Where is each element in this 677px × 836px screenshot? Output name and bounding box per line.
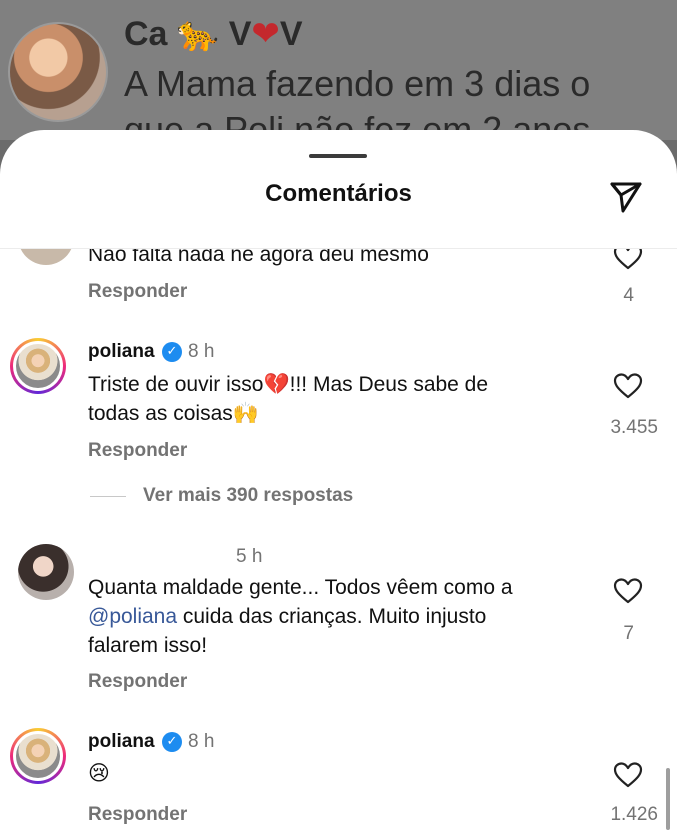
- like-count: 1.426: [610, 804, 658, 825]
- drag-handle[interactable]: [309, 154, 367, 158]
- raised-hands-emoji-icon: 🙌: [232, 401, 259, 425]
- comment-text-part: todas as coisas: [88, 402, 233, 425]
- reply-button[interactable]: Responder: [88, 804, 187, 826]
- send-icon[interactable]: [606, 176, 646, 216]
- story-author-name: Ca 🐆 V❤V: [124, 14, 303, 54]
- comment-text-part: !!! Mas Deus sabe de: [289, 373, 489, 396]
- scrollbar[interactable]: [666, 768, 670, 830]
- avatar[interactable]: [10, 338, 66, 394]
- heart-emoji-icon: ❤: [251, 14, 280, 54]
- like-count: 4: [623, 285, 634, 306]
- story-name-prefix: Ca: [124, 15, 168, 53]
- avatar[interactable]: [18, 544, 74, 600]
- comment-username[interactable]: poliana: [88, 731, 155, 753]
- comment-time: 5 h: [236, 546, 263, 567]
- background-story: Ca 🐆 V❤V A Mama fazendo em 3 dias o que …: [0, 0, 677, 150]
- comment-text-line3: falarem isso!: [88, 634, 208, 657]
- reply-button[interactable]: Responder: [88, 440, 187, 462]
- view-more-replies-button[interactable]: Ver mais 390 respostas: [143, 485, 353, 507]
- comment-text: Não falta nada ne agora deu mesmo: [88, 249, 429, 266]
- mention-link[interactable]: @poliana: [88, 605, 177, 628]
- avatar[interactable]: [18, 249, 74, 265]
- leopard-emoji-icon: 🐆: [176, 14, 220, 54]
- story-avatar: [8, 22, 108, 122]
- verified-badge-icon: ✓: [162, 342, 182, 362]
- comments-sheet: Comentários Não falta nada ne agora deu …: [0, 130, 677, 836]
- reply-button[interactable]: Responder: [88, 281, 187, 303]
- comment-text-part: cuida das crianças. Muito injusto: [177, 605, 487, 628]
- verified-badge-icon: ✓: [162, 732, 182, 752]
- broken-heart-emoji-icon: 💔: [263, 372, 290, 396]
- comments-list[interactable]: Não falta nada ne agora deu mesmo Respon…: [0, 249, 677, 836]
- heart-icon[interactable]: [613, 249, 643, 271]
- crying-emoji-icon: 😢: [88, 761, 110, 785]
- story-caption-line1: A Mama fazendo em 3 dias o: [124, 63, 591, 104]
- like-count: 7: [623, 623, 634, 644]
- heart-icon[interactable]: [613, 761, 643, 789]
- heart-icon[interactable]: [613, 577, 643, 605]
- comment-time: 8 h: [188, 731, 215, 752]
- avatar[interactable]: [10, 728, 66, 784]
- sheet-title: Comentários: [265, 180, 412, 207]
- comment-time: 8 h: [188, 341, 215, 362]
- story-name-v1: V: [228, 15, 252, 53]
- like-count: 3.455: [610, 417, 658, 438]
- comment-text: Quanta maldade gente... Todos vêem como …: [88, 576, 513, 599]
- replies-divider: [90, 496, 126, 497]
- comment-text: Triste de ouvir isso💔!!! Mas Deus sabe d…: [88, 370, 488, 399]
- comment-text-line2: todas as coisas🙌: [88, 399, 259, 428]
- comment-username[interactable]: poliana: [88, 341, 155, 363]
- reply-button[interactable]: Responder: [88, 671, 187, 693]
- story-name-v2: V: [279, 15, 303, 53]
- comment-text-part: Triste de ouvir isso: [88, 373, 264, 396]
- heart-icon[interactable]: [613, 372, 643, 400]
- comment-text-line2: @poliana cuida das crianças. Muito injus…: [88, 602, 486, 631]
